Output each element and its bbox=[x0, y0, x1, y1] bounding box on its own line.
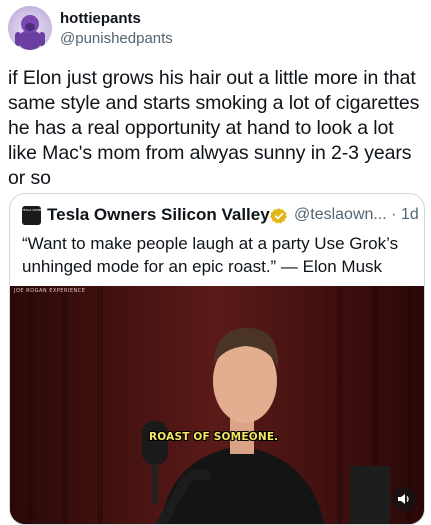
speaker-icon bbox=[398, 494, 409, 504]
video-watermark: JOE ROGAN EXPERIENCE bbox=[14, 288, 86, 294]
user-handle[interactable]: @punishedpants bbox=[60, 30, 173, 47]
quoted-handle-time: @teslaown... · 1d bbox=[294, 206, 419, 223]
verified-badge-icon bbox=[270, 208, 287, 224]
quoted-account-name[interactable]: Tesla Owners Silicon Valley bbox=[47, 205, 270, 225]
gorilla-avatar-icon bbox=[15, 15, 45, 50]
quoted-account-logo-text: TESLA OWNERS SILICON VALLEY bbox=[22, 208, 41, 212]
quoted-account-avatar[interactable]: TESLA OWNERS SILICON VALLEY bbox=[22, 206, 41, 225]
avatar[interactable] bbox=[8, 6, 52, 50]
quoted-tweet-header: TESLA OWNERS SILICON VALLEY Tesla Owners… bbox=[22, 204, 422, 226]
video-player[interactable]: JOE ROGAN EXPERIENCE ROAST OF SOMEONE. bbox=[10, 286, 424, 524]
video-caption: ROAST OF SOMEONE. bbox=[149, 431, 279, 443]
video-frame bbox=[10, 286, 424, 524]
quoted-tweet-text: “Want to make people laugh at a party Us… bbox=[22, 234, 399, 276]
tweet-header: hottiepants @punishedpants bbox=[8, 6, 428, 56]
sound-toggle-button[interactable] bbox=[392, 487, 416, 511]
username[interactable]: hottiepants bbox=[60, 10, 141, 27]
quoted-tweet-card[interactable]: TESLA OWNERS SILICON VALLEY Tesla Owners… bbox=[9, 193, 425, 525]
tweet-text: if Elon just grows his hair out a little… bbox=[8, 67, 420, 189]
